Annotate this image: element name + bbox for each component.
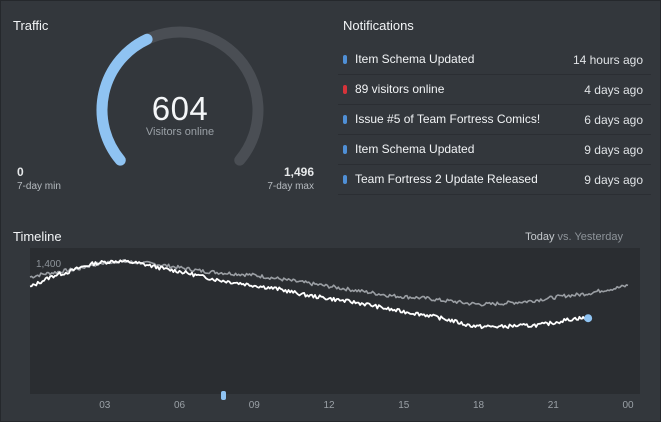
x-tick-label: 12 [323,400,335,411]
series-line-today [29,259,589,330]
x-tick-label: 18 [473,400,485,411]
x-tick-label: 06 [174,400,186,411]
timeline-scrubber-handle[interactable] [221,391,226,400]
y-tick-label: 1,400 [36,259,61,270]
current-value-marker [584,314,593,323]
x-tick-label: 15 [398,400,410,411]
timeline-chart: 1,400 03 06 09 12 15 18 21 00 [29,259,634,411]
x-tick-label: 03 [99,400,111,411]
x-tick-label: 09 [249,400,261,411]
x-tick-label: 00 [622,400,634,411]
x-tick-label: 21 [548,400,560,411]
